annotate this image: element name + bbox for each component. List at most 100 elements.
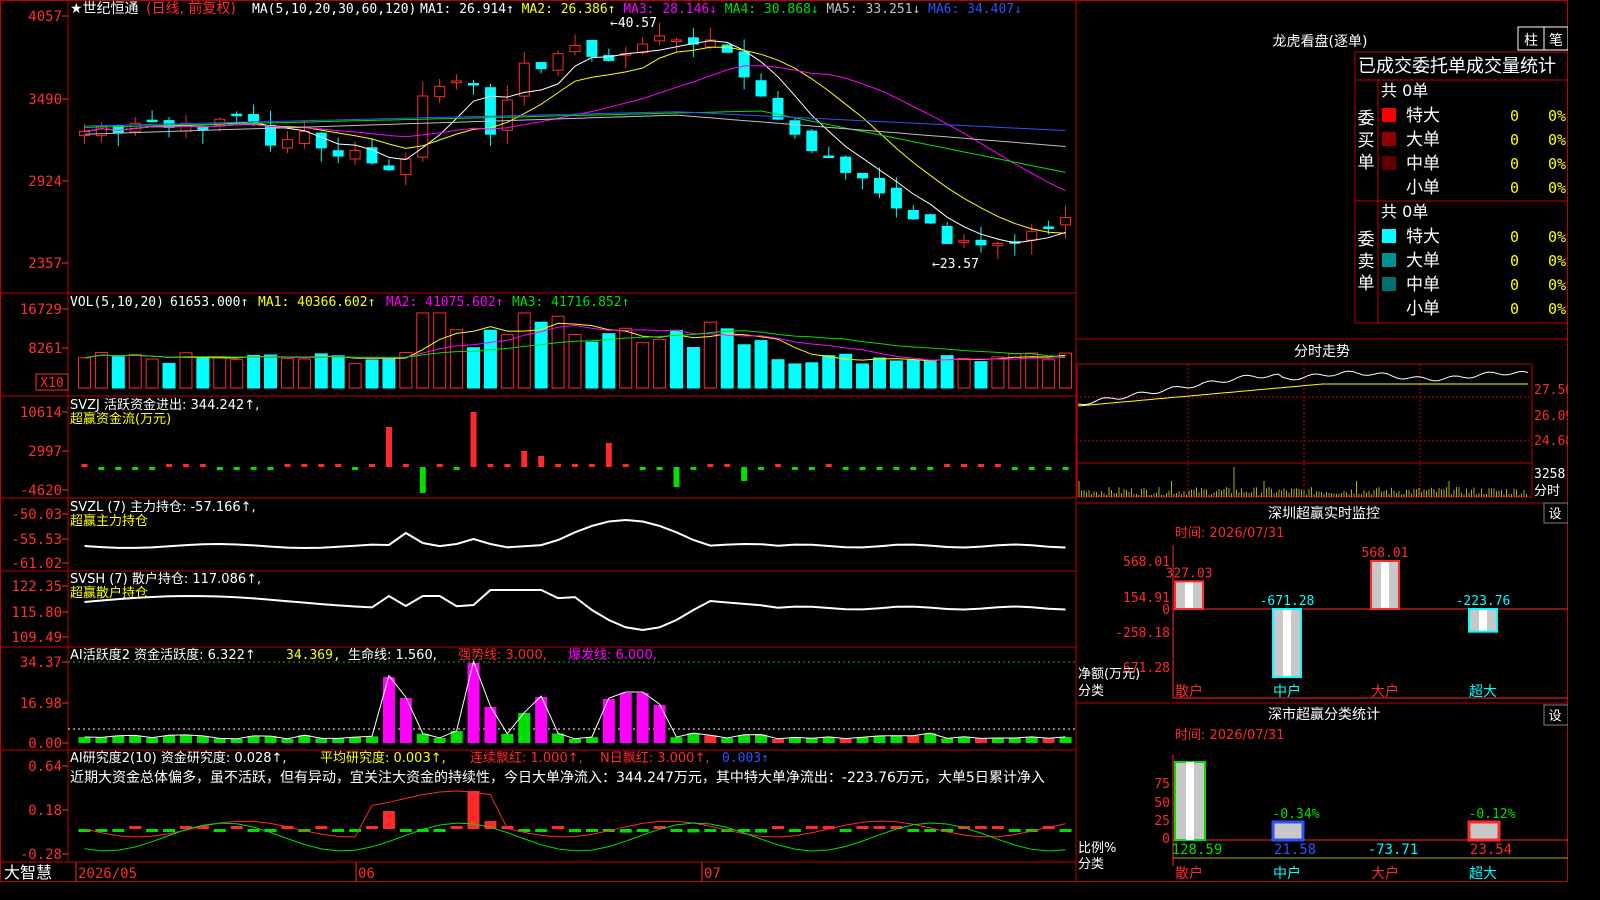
candle [620,46,632,69]
intraday-avg [1077,383,1528,407]
ai2-title: AI研究度2(10) 资金研究度: 0.028↑, [70,750,287,766]
volume-bar [872,357,886,389]
chart-canvas: 4057 3490 2924 2357 ★世纪恒通 (日线, 前复权) MA(5,10,20… [0,0,1573,882]
volume-bar [771,359,785,389]
buy-side-label: 买 [1358,131,1375,151]
ai2-bar [315,826,328,829]
ai2-last: 0.003↑ [722,751,769,766]
ai1-bar [349,737,362,743]
candle [468,79,480,95]
intraday-vol-unit: 分时 [1534,484,1560,499]
monitor-tick: 568.01 [1123,555,1170,570]
ma-value: MA3: 28.146↓ [623,2,717,17]
volume-bar [568,333,582,389]
classify-settings-label: 设 [1548,709,1561,724]
ai1-bar [95,737,108,743]
classify-tick: 25 [1154,814,1170,829]
classify-tick: 50 [1154,796,1170,811]
sell-row-pct: 0% [1548,276,1566,294]
intraday-title: 分时走势 [1294,344,1350,360]
volume-bar [653,339,667,389]
ai2-bar [146,829,159,832]
sell-row-name: 小单 [1406,299,1440,319]
candle [451,74,463,90]
ai1-bar [873,736,886,743]
volume-bar [382,358,396,389]
svzj-bar [352,467,359,470]
svzj-bar [690,467,697,470]
classify-bar-shine [1186,762,1194,840]
vol-tick: 8261 [28,341,62,357]
volume-bar [686,347,700,389]
date-tick: 07 [704,866,721,882]
ai2-bar [636,829,649,832]
svzj-bar [267,467,274,470]
candle-body [1060,217,1072,226]
ai1-bar [687,733,700,743]
candle [755,73,767,97]
ai1-bar [974,738,987,743]
ai1-bar [738,734,751,743]
buy-side-label: 单 [1358,153,1375,173]
period-label: (日线, 前复权) [146,0,236,17]
svzj-bar [639,467,646,470]
candle-body [890,187,902,209]
buy-row-count: 0 [1510,179,1519,197]
ai1-bar [213,738,226,743]
x10-badge-text: X10 [40,376,63,391]
ai1-line [84,659,1066,740]
svzj-bar [487,464,494,467]
ai2-bar [873,826,886,829]
ai2-bar [856,826,869,829]
vol-title: VOL(5,10,20) [70,295,164,310]
candle-body [298,130,310,144]
svzj-bar [961,464,968,467]
candle [231,111,243,122]
svzj-tick: 2997 [28,444,62,460]
candle-body [755,80,767,97]
ai1-bar [1059,737,1072,743]
svzj-bar [538,456,545,467]
svzj-bar [233,467,240,470]
candle-body [654,35,666,42]
svzl-title: SVZL (7) 主力持仓: -57.166↑, [70,500,256,515]
svzj-bar [301,464,308,467]
candle-body [468,83,480,86]
svzj-bar [825,464,832,467]
ai2-bar [399,829,412,832]
sell-row-count: 0 [1510,228,1519,246]
sell-row-count: 0 [1510,252,1519,270]
classify-top-label: -0.34% [1273,807,1320,822]
ai1-bar [941,738,954,743]
ai2-bar [450,826,463,829]
candle [1009,234,1021,256]
ai2-bar [1008,829,1021,832]
ai2-bar [535,829,548,832]
candle [146,110,158,123]
classify-value: 21.58 [1274,842,1316,858]
candle-body [907,209,919,220]
sell-row-count: 0 [1510,300,1519,318]
svzj-bar [588,464,595,467]
volume-bar [94,352,108,389]
ai1-bar [467,663,480,743]
volume-bar [433,312,447,389]
volume-bar [196,357,210,389]
svzj-bar [774,464,781,467]
volume-bar [585,341,599,389]
monitor-bar-shine [1381,561,1389,609]
svsh-tick: 115.80 [11,605,62,621]
ai2-tick: 0.18 [28,803,62,819]
svzj-bar [81,464,88,467]
classify-cat: 大户 [1371,865,1399,882]
date-tick: 06 [358,866,375,882]
candle-body [434,85,446,98]
price-tick: 4057 [28,9,62,25]
candle-body [349,150,361,160]
svzj-bar [504,464,511,467]
volume-bar [331,355,345,389]
ma5-line [84,114,1066,147]
buy-row-count: 0 [1510,155,1519,173]
monitor-title: 深圳超赢实时监控 [1268,505,1380,522]
candle-body [501,99,513,131]
